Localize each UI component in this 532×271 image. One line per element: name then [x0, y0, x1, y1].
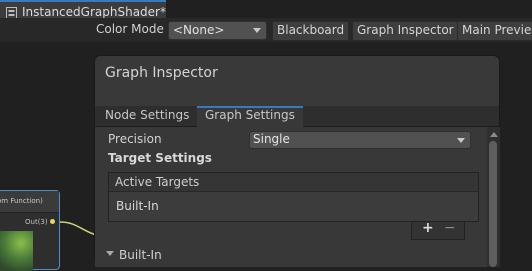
active-targets-list: Active Targets Built-In: [108, 172, 479, 222]
active-targets-header-label: Active Targets: [115, 175, 200, 189]
list-item[interactable]: Built-In: [116, 199, 159, 213]
precision-label: Precision: [108, 132, 162, 146]
graph-inspector-button[interactable]: Graph Inspector: [352, 21, 459, 41]
inspector-title: Graph Inspector: [105, 65, 218, 81]
list-footer: + −: [411, 220, 465, 240]
tab-node-settings[interactable]: Node Settings: [97, 106, 197, 127]
inspector-header[interactable]: Graph Inspector: [95, 56, 499, 106]
shader-graph-icon: [6, 5, 17, 20]
scroll-up-icon[interactable]: [490, 132, 498, 137]
chevron-down-icon: [457, 138, 465, 143]
node-preview: [0, 231, 33, 271]
remove-target-button[interactable]: −: [444, 220, 456, 236]
precision-value: Single: [253, 132, 290, 146]
color-mode-label: Color Mode: [96, 22, 164, 36]
color-mode-value: <None>: [173, 23, 225, 37]
node-header: om Function): [0, 191, 59, 213]
active-targets-header: Active Targets: [109, 173, 478, 192]
inspector-scrollbar[interactable]: [487, 127, 500, 267]
graph-settings-content: Precision Single Target Settings Active …: [95, 127, 487, 267]
blackboard-button[interactable]: Blackboard: [272, 21, 350, 41]
graph-node[interactable]: om Function) Out(3): [0, 190, 60, 271]
node-output-label: Out(3): [25, 218, 48, 226]
output-port[interactable]: [50, 219, 55, 224]
tab-graph-settings[interactable]: Graph Settings: [197, 106, 303, 127]
main-preview-button[interactable]: Main Previev: [457, 21, 532, 41]
builtin-foldout[interactable]: Built-In: [95, 245, 487, 267]
precision-dropdown[interactable]: Single: [249, 131, 471, 149]
target-settings-heading: Target Settings: [108, 151, 212, 165]
inspector-tab-bar: Node Settings Graph Settings: [95, 106, 499, 127]
node-title: om Function): [0, 197, 43, 205]
scroll-thumb[interactable]: [489, 141, 497, 267]
chevron-down-icon: [253, 28, 261, 33]
color-mode-dropdown[interactable]: <None>: [168, 21, 267, 40]
builtin-section-label: Built-In: [119, 248, 162, 262]
foldout-arrow-icon: [106, 251, 114, 256]
window-title: InstancedGraphShader*: [22, 5, 166, 19]
add-target-button[interactable]: +: [422, 220, 434, 236]
graph-inspector-panel: Graph Inspector Node Settings Graph Sett…: [94, 55, 500, 267]
